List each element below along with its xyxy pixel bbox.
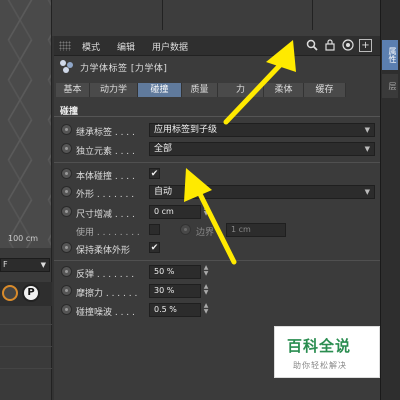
rotate-icon[interactable] xyxy=(2,285,18,301)
dynamics-tag-icon xyxy=(60,60,74,74)
tab-soft-body[interactable]: 柔体 xyxy=(264,83,304,97)
keep-soft-shape-checkbox[interactable]: ✔ xyxy=(149,242,160,253)
standalone-dropdown[interactable]: 全部 ▼ xyxy=(149,142,375,156)
bounce-field[interactable]: 50 % xyxy=(149,265,201,279)
divider xyxy=(0,324,52,325)
row-standalone: 独立元素 . . . . 全部 ▼ xyxy=(54,141,380,157)
animate-radio[interactable] xyxy=(61,206,72,217)
viewport-scale-label: 100 cm xyxy=(8,234,39,243)
use-label: 使用 . . . . . . . . xyxy=(76,228,140,238)
animate-radio[interactable] xyxy=(61,304,72,315)
menu-edit[interactable]: 编辑 xyxy=(117,40,135,53)
object-header: 力学体标签 [力学体] xyxy=(54,57,380,77)
shape-dropdown[interactable]: 自动 ▼ xyxy=(149,185,375,199)
chevron-down-icon: ▼ xyxy=(364,188,370,196)
size-increment-label: 尺寸增减 . . . . xyxy=(76,210,135,220)
inherit-tag-label: 继承标签 . . . . xyxy=(76,128,135,138)
row-use: 使用 . . . . . . . . 边界 1 cm xyxy=(54,222,380,238)
divider xyxy=(54,116,380,117)
row-inherit-tag: 继承标签 . . . . 应用标签到子级 ▼ xyxy=(54,122,380,138)
animate-radio[interactable] xyxy=(61,266,72,277)
keep-soft-shape-label: 保持柔体外形 xyxy=(76,246,131,256)
chevron-down-icon: ▼ xyxy=(364,145,370,153)
edge-field[interactable]: 1 cm xyxy=(226,223,286,237)
animate-radio[interactable] xyxy=(61,285,72,296)
row-keep-soft-shape: 保持柔体外形 ✔ xyxy=(54,240,380,256)
collision-noise-label: 碰撞噪波 . . . . xyxy=(76,308,135,318)
target-icon[interactable] xyxy=(341,39,354,52)
edge-label: 边界 xyxy=(196,228,215,238)
tab-cache[interactable]: 缓存 xyxy=(304,83,346,97)
chevron-down-icon: ▼ xyxy=(40,261,46,269)
screen: 100 cm F ▼ P 属性 层 模式 编辑 用户数据 + 力学体标签 [力学… xyxy=(0,0,400,400)
standalone-label: 独立元素 . . . . xyxy=(76,147,135,157)
stepper-icon[interactable]: ▲ ▼ xyxy=(202,205,210,219)
inherit-tag-value: 应用标签到子级 xyxy=(154,125,218,135)
3d-viewport[interactable] xyxy=(0,0,52,248)
tab-basic[interactable]: 基本 xyxy=(56,83,90,97)
self-collision-checkbox[interactable]: ✔ xyxy=(149,168,160,179)
bounce-label: 反弹 . . . . . . . xyxy=(76,270,135,280)
search-icon[interactable] xyxy=(305,39,318,52)
tab-dynamics[interactable]: 动力学 xyxy=(90,83,138,97)
standalone-value: 全部 xyxy=(154,144,173,154)
shape-value: 自动 xyxy=(154,187,173,197)
left-mode-value: F xyxy=(3,260,8,269)
divider xyxy=(54,260,380,261)
self-collision-label: 本体碰撞 . . . . xyxy=(76,172,135,182)
watermark-logo: 百科全说 助你轻松解决 xyxy=(274,326,380,378)
watermark-subtitle: 助你轻松解决 xyxy=(293,361,347,370)
use-checkbox[interactable] xyxy=(149,224,160,235)
lock-icon[interactable] xyxy=(323,39,336,52)
p-icon-label: P xyxy=(27,287,35,298)
row-bounce: 反弹 . . . . . . . 50 % ▲ ▼ xyxy=(54,264,380,280)
grip-icon[interactable] xyxy=(59,41,71,51)
stepper-icon[interactable]: ▲ ▼ xyxy=(202,265,210,279)
friction-field[interactable]: 30 % xyxy=(149,284,201,298)
animate-radio[interactable] xyxy=(61,242,72,253)
row-collision-noise: 碰撞噪波 . . . . 0.5 % ▲ ▼ xyxy=(54,302,380,318)
tab-layers[interactable]: 层 xyxy=(382,74,398,98)
watermark-title: 百科全说 xyxy=(287,337,352,355)
divider xyxy=(162,0,163,30)
tab-collision[interactable]: 碰撞 xyxy=(138,83,182,97)
divider xyxy=(312,0,313,30)
divider xyxy=(54,162,380,163)
divider xyxy=(0,368,52,369)
tab-mass[interactable]: 质量 xyxy=(182,83,218,97)
animate-radio[interactable] xyxy=(61,143,72,154)
shape-label: 外形 . . . . . . . xyxy=(76,190,135,200)
p-icon[interactable]: P xyxy=(22,284,40,302)
chevron-down-icon: ▼ xyxy=(364,126,370,134)
row-size-increment: 尺寸增减 . . . . 0 cm ▲ ▼ xyxy=(54,204,380,220)
attribute-menubar: 模式 编辑 用户数据 + xyxy=(54,36,380,56)
inherit-tag-dropdown[interactable]: 应用标签到子级 ▼ xyxy=(149,123,375,137)
animate-radio[interactable] xyxy=(61,168,72,179)
friction-label: 摩擦力 . . . . . . xyxy=(76,289,138,299)
animate-radio[interactable] xyxy=(180,224,191,235)
left-mode-dropdown[interactable]: F ▼ xyxy=(0,258,50,272)
menu-user-data[interactable]: 用户数据 xyxy=(152,40,188,53)
new-panel-icon[interactable]: + xyxy=(359,39,372,52)
tab-force[interactable]: 力 xyxy=(218,83,264,97)
top-panel-area xyxy=(52,0,380,36)
tab-attributes[interactable]: 属性 xyxy=(382,40,398,70)
collision-noise-field[interactable]: 0.5 % xyxy=(149,303,201,317)
object-title: 力学体标签 [力学体] xyxy=(80,64,168,74)
row-friction: 摩擦力 . . . . . . 30 % ▲ ▼ xyxy=(54,283,380,299)
animate-radio[interactable] xyxy=(61,186,72,197)
animate-radio[interactable] xyxy=(61,124,72,135)
menu-mode[interactable]: 模式 xyxy=(82,40,100,53)
row-shape: 外形 . . . . . . . 自动 ▼ xyxy=(54,184,380,200)
stepper-icon[interactable]: ▲ ▼ xyxy=(202,284,210,298)
divider xyxy=(0,346,52,347)
stepper-icon[interactable]: ▲ ▼ xyxy=(202,303,210,317)
size-increment-field[interactable]: 0 cm xyxy=(149,205,201,219)
row-self-collision: 本体碰撞 . . . . ✔ xyxy=(54,166,380,182)
